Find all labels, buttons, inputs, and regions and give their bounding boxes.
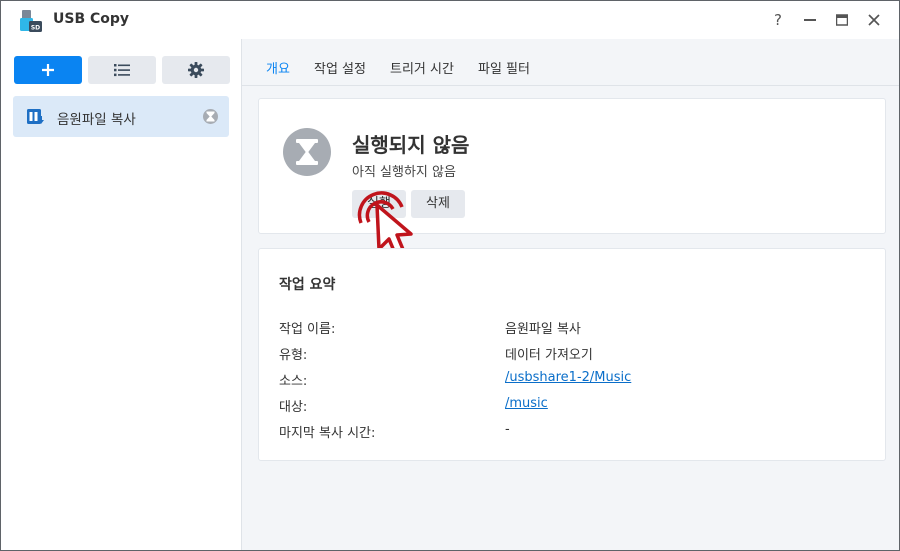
list-icon xyxy=(114,64,130,77)
source-link[interactable]: /usbshare1-2/Music xyxy=(505,370,631,385)
task-item[interactable]: 음원파일 복사 xyxy=(13,96,229,137)
tab-bar: 개요 작업 설정 트리거 시간 파일 필터 xyxy=(242,39,899,86)
settings-button[interactable] xyxy=(162,56,230,84)
task-name: 음원파일 복사 xyxy=(57,112,136,128)
task-name-label: 작업 이름: xyxy=(279,322,336,337)
type-value: 데이터 가져오기 xyxy=(505,348,593,363)
plus-icon xyxy=(42,64,54,76)
status-subtitle: 아직 실행하지 않음 xyxy=(352,165,456,180)
tab-task-settings[interactable]: 작업 설정 xyxy=(314,58,366,77)
gear-icon xyxy=(188,62,204,78)
hourglass-icon xyxy=(203,109,218,124)
import-task-icon xyxy=(27,108,45,126)
run-button[interactable]: 실행 xyxy=(352,190,406,218)
svg-text:SD: SD xyxy=(31,25,40,32)
hourglass-icon xyxy=(283,128,331,176)
summary-card: 작업 요약 작업 이름: 음원파일 복사 유형: 데이터 가져오기 소스: /u… xyxy=(258,248,886,461)
last-copy-time-label: 마지막 복사 시간: xyxy=(279,426,376,441)
sidebar: 음원파일 복사 xyxy=(1,39,242,550)
help-icon: ? xyxy=(774,11,782,29)
close-button[interactable] xyxy=(860,7,888,33)
app-window: SD USB Copy ? 음원파일 복사 개요 작업 설정 트리거 시간 파일… xyxy=(0,0,900,551)
usb-copy-app-icon: SD xyxy=(19,9,43,33)
status-card: 실행되지 않음 아직 실행하지 않음 실행 삭제 xyxy=(258,98,886,265)
maximize-icon xyxy=(835,14,849,26)
tab-overview[interactable]: 개요 xyxy=(266,58,290,77)
delete-button[interactable]: 삭제 xyxy=(411,190,465,218)
summary-title: 작업 요약 xyxy=(279,277,336,293)
app-title: USB Copy xyxy=(53,11,130,27)
task-name-value: 음원파일 복사 xyxy=(505,322,581,337)
minimize-button[interactable] xyxy=(796,7,824,33)
status-title: 실행되지 않음 xyxy=(352,133,470,157)
log-button[interactable] xyxy=(88,56,156,84)
destination-link[interactable]: /music xyxy=(505,396,548,411)
tab-file-filter[interactable]: 파일 필터 xyxy=(478,58,530,77)
minimize-icon xyxy=(804,19,816,21)
main-panel: 개요 작업 설정 트리거 시간 파일 필터 실행되지 않음 아직 실행하지 않음… xyxy=(242,39,899,550)
maximize-button[interactable] xyxy=(828,7,856,33)
destination-label: 대상: xyxy=(279,400,308,415)
source-label: 소스: xyxy=(279,374,308,389)
tab-trigger-time[interactable]: 트리거 시간 xyxy=(390,58,454,77)
close-icon xyxy=(868,14,880,26)
create-task-button[interactable] xyxy=(14,56,82,84)
help-button[interactable]: ? xyxy=(764,7,792,33)
last-copy-time-value: - xyxy=(505,422,510,437)
title-bar: SD USB Copy ? xyxy=(1,1,899,39)
type-label: 유형: xyxy=(279,348,308,363)
